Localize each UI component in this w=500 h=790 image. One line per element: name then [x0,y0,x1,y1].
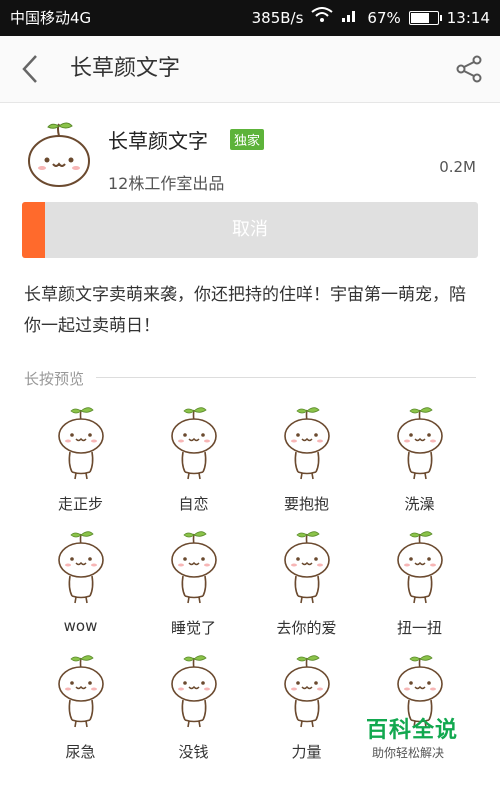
sticker-label: 洗澡 [404,495,435,513]
sticker-item[interactable]: 要抱抱 [250,396,363,520]
sticker-label: 没钱 [178,743,209,761]
sticker-item[interactable]: 没钱 [137,644,250,768]
clock: 13:14 [446,9,490,27]
sticker-label: 力量 [291,743,322,761]
sticker-item[interactable]: 自恋 [137,396,250,520]
publisher-label: 12株工作室出品 [108,174,225,193]
status-bar: 中国移动4G 385B/s 67% 13:14 [0,0,500,36]
file-size: 0.2M [439,158,476,176]
exclusive-badge: 独家 [230,129,265,150]
app-description: 长草颜文字卖萌来袭，你还把持的住咩！宇宙第一萌宠，陪你一起过卖萌日！ [24,285,466,336]
watermark: 百科全说 助你轻松解决 [352,710,482,766]
sticker-item[interactable]: 走正步 [24,396,137,520]
sticker-item[interactable]: 睡觉了 [137,520,250,644]
carrier-label: 中国移动4G [10,9,92,27]
sticker-label: 去你的爱 [276,619,337,637]
share-icon[interactable] [454,54,484,84]
sticker-label: 自恋 [178,495,209,513]
status-right: 385B/s 67% 13:14 [252,0,490,36]
sticker-label: 走正步 [57,495,103,513]
sticker-label: 扭一扭 [396,619,442,637]
sticker-label: 要抱抱 [283,495,329,513]
watermark-slogan: 助你轻松解决 [372,746,445,760]
sticker-item[interactable]: 扭一扭 [363,520,476,644]
top-nav: 长草颜文字 [0,36,500,103]
app-icon [24,118,94,188]
sticker-item[interactable]: 洗澡 [363,396,476,520]
sticker-item[interactable]: 尿急 [24,644,137,768]
wifi-icon [311,0,334,36]
page-title: 长草颜文字 [70,56,181,81]
sticker-item[interactable]: 力量 [250,644,363,768]
download-progress-button[interactable]: 取消 [22,202,478,258]
back-arrow-icon[interactable] [16,52,46,86]
app-name: 长草颜文字 [108,129,208,153]
sticker-item[interactable]: 去你的爱 [250,520,363,644]
sticker-label: wow [63,617,98,635]
signal-icon [341,0,359,36]
sticker-item[interactable]: wow [24,520,137,644]
battery-icon [408,11,442,25]
cancel-label: 取消 [232,219,268,240]
watermark-brand: 百科全说 [366,718,459,743]
preview-section-title: 长按预览 [24,370,85,388]
sticker-label: 尿急 [65,743,96,761]
network-speed: 385B/s [251,9,304,27]
section-divider [96,377,476,378]
sticker-label: 睡觉了 [170,619,216,637]
battery-percent: 67% [367,9,401,27]
